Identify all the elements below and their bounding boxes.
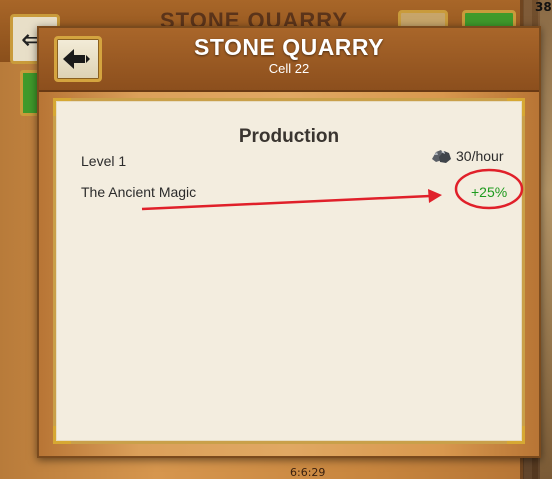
scene-edge — [540, 0, 552, 479]
ancient-magic-label: The Ancient Magic — [81, 184, 197, 200]
panel-corner-ornament — [53, 426, 71, 444]
panel-corner-ornament — [507, 98, 525, 116]
panel-corner-ornament — [507, 426, 525, 444]
panel-corner-ornament — [53, 98, 71, 116]
back-button[interactable] — [54, 36, 102, 82]
back-arrow-icon — [63, 49, 90, 69]
stone-icon — [432, 150, 451, 163]
window-header: STONE QUARRY Cell 22 — [39, 28, 539, 92]
window-subtitle: Cell 22 — [268, 61, 310, 76]
background-counter: 38 — [535, 0, 552, 14]
stone-quarry-window: STONE QUARRY Cell 22 Production Level 1 … — [37, 26, 541, 458]
production-heading: Production — [238, 126, 340, 147]
ancient-magic-bonus: +25% — [471, 184, 508, 200]
production-panel: Production Level 1 30/hour The Ancient M… — [53, 98, 525, 444]
level-label: Level 1 — [81, 153, 127, 169]
background-timer: 6:6:29 — [290, 466, 326, 479]
production-rate: 30/hour — [456, 148, 504, 164]
window-title: STONE QUARRY — [193, 34, 385, 60]
